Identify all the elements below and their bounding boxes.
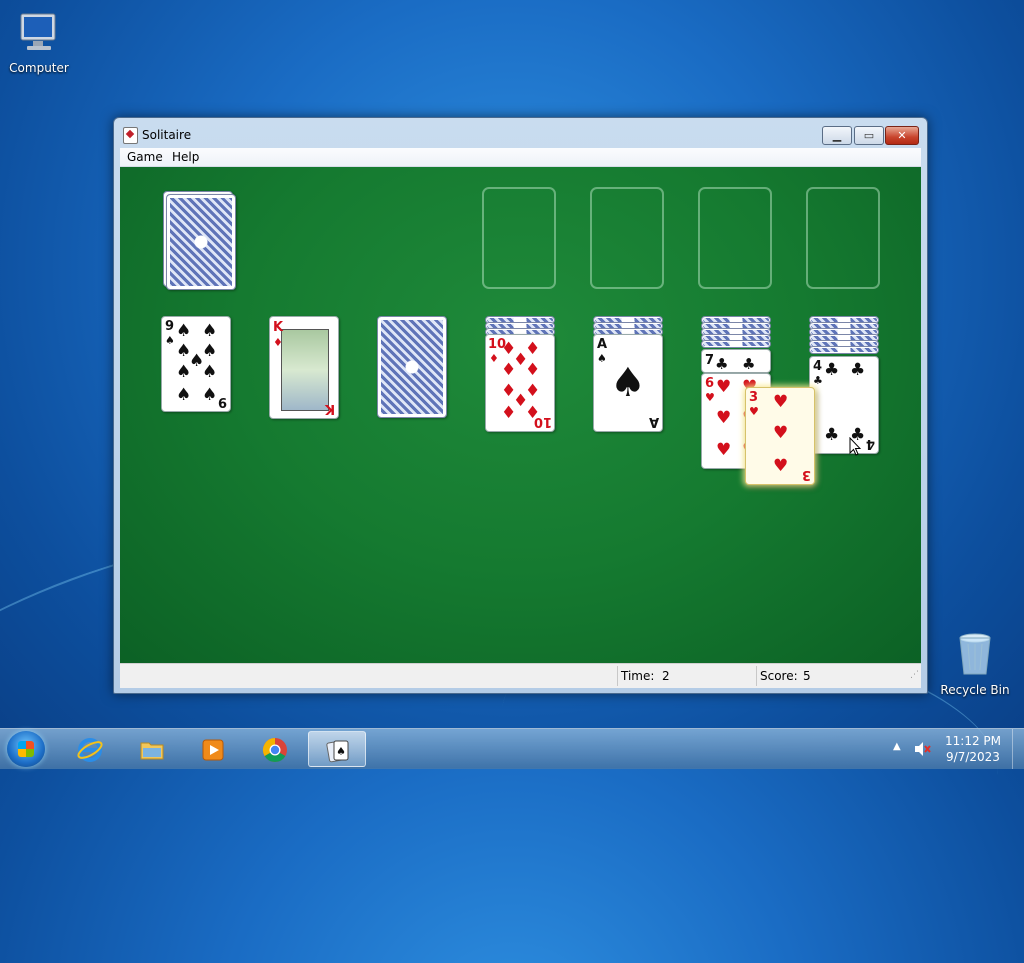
- taskbar-solitaire[interactable]: ♠: [308, 731, 366, 767]
- card-suit-club: ♣: [813, 374, 823, 387]
- maximize-icon: ▭: [863, 129, 875, 142]
- internet-explorer-icon: [77, 738, 103, 762]
- taskbar-internet-explorer[interactable]: [62, 731, 116, 767]
- close-button[interactable]: ✕: [885, 126, 919, 145]
- chrome-icon: [262, 738, 287, 763]
- tableau-card-face-down: [701, 340, 771, 348]
- start-button[interactable]: [7, 731, 45, 767]
- clock-date[interactable]: 9/7/2023: [938, 750, 1008, 764]
- taskbar: ♠ ▲ 11:12 PM 9/7/2023: [0, 728, 1024, 769]
- menu-game[interactable]: Game: [127, 150, 163, 164]
- card-suit-heart: ♥: [705, 391, 715, 404]
- dragged-card-3-hearts[interactable]: 3 ♥ ♥ ♥ ♥ 3: [745, 387, 815, 485]
- show-hidden-icons-button[interactable]: ▲: [893, 741, 901, 752]
- maximize-button[interactable]: ▭: [854, 126, 884, 145]
- solitaire-window: Solitaire ▁ ▭ ✕ Game Help 9 ♠ ♠ ♠ ♠ ♠ ♠ ♠ ♠…: [113, 117, 928, 694]
- card-suit-club: ♣: [715, 355, 729, 373]
- score-value: 5: [803, 669, 811, 683]
- desktop-icon-recycle-bin[interactable]: Recycle Bin: [937, 630, 1013, 697]
- svg-text:♠: ♠: [336, 745, 346, 758]
- game-table[interactable]: 9 ♠ ♠ ♠ ♠ ♠ ♠ ♠ ♠ ♠ ♠ 9 K ♦ K 10 ♦ ♦ ♦ ♦ ♦ ♦: [120, 167, 921, 663]
- minimize-icon: ▁: [832, 129, 842, 142]
- close-icon: ✕: [897, 129, 907, 142]
- card-suit-diamond: ♦: [273, 336, 283, 349]
- resize-grip-icon[interactable]: ⋰: [910, 670, 919, 680]
- tableau-card-4-clubs[interactable]: 4 ♣ ♣ ♣ ♣ ♣ 4: [809, 356, 879, 454]
- show-desktop-button[interactable]: [1012, 729, 1024, 769]
- status-bar: Time: 2 Score: 5 ⋰: [120, 663, 921, 688]
- window-title: Solitaire: [142, 128, 192, 142]
- computer-icon: [20, 13, 56, 50]
- tableau-card-10-diamonds[interactable]: 10 ♦ ♦ ♦ ♦ ♦ ♦ ♦ ♦ ♦ ♦ ♦ 10: [485, 334, 555, 432]
- tableau-card-face-down[interactable]: [377, 316, 447, 418]
- tableau-card-king-diamonds[interactable]: K ♦ K: [269, 316, 339, 419]
- desktop-icon-label: Computer: [9, 61, 69, 75]
- foundation-slot-4[interactable]: [806, 187, 880, 289]
- card-suit-spade: ♠: [597, 352, 607, 365]
- solitaire-icon: ♠: [326, 740, 349, 763]
- card-rank: 7: [705, 353, 715, 368]
- menu-help[interactable]: Help: [172, 150, 199, 164]
- tableau-card-9-spades[interactable]: 9 ♠ ♠ ♠ ♠ ♠ ♠ ♠ ♠ ♠ ♠ 9: [161, 316, 231, 412]
- status-separator: [756, 666, 757, 686]
- foundation-slot-3[interactable]: [698, 187, 772, 289]
- folder-icon: [140, 742, 164, 760]
- desktop-icon-computer[interactable]: Computer: [1, 8, 77, 75]
- tableau-card-face-down: [809, 346, 879, 354]
- menu-bar: Game Help: [120, 148, 921, 167]
- taskbar-media-player[interactable]: [185, 731, 239, 767]
- card-suit-diamond: ♦: [489, 352, 499, 365]
- title-bar[interactable]: Solitaire ▁ ▭ ✕: [114, 118, 927, 148]
- minimize-button[interactable]: ▁: [822, 126, 852, 145]
- stock-pile-top-card[interactable]: [166, 194, 236, 290]
- card-suit-spade: ♠: [165, 334, 175, 347]
- score-label: Score:: [760, 669, 798, 683]
- clock-time[interactable]: 11:12 PM: [938, 734, 1008, 748]
- desktop-icon-label: Recycle Bin: [940, 683, 1010, 697]
- foundation-slot-1[interactable]: [482, 187, 556, 289]
- time-label: Time:: [621, 669, 655, 683]
- media-player-icon: [202, 739, 224, 761]
- tableau-card-ace-spades[interactable]: A ♠ ♠ A: [593, 334, 663, 432]
- taskbar-chrome[interactable]: [247, 731, 301, 767]
- recycle-bin-icon: [959, 633, 991, 675]
- foundation-slot-2[interactable]: [590, 187, 664, 289]
- card-suit-heart: ♥: [749, 405, 759, 418]
- king-face-art: [281, 329, 329, 411]
- tableau-card-7-clubs[interactable]: 7 ♣ ♣: [701, 349, 771, 373]
- taskbar-file-explorer[interactable]: [124, 731, 178, 767]
- time-value: 2: [662, 669, 670, 683]
- solitaire-app-icon: [123, 127, 138, 144]
- volume-muted-icon[interactable]: [914, 741, 932, 757]
- windows-logo-icon: [18, 741, 34, 757]
- status-separator: [617, 666, 618, 686]
- card-rank: K: [273, 320, 284, 335]
- mouse-cursor-icon: [849, 437, 861, 456]
